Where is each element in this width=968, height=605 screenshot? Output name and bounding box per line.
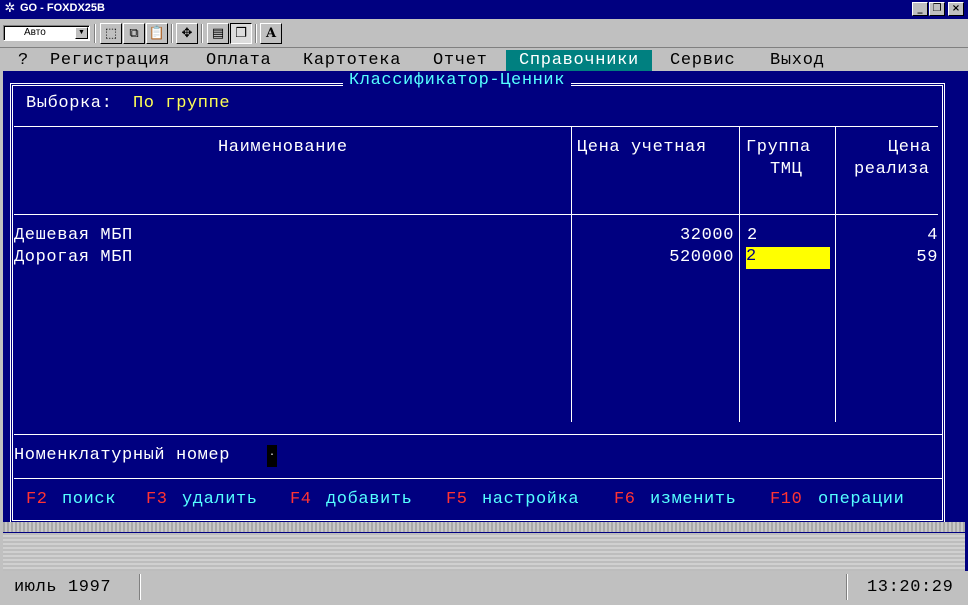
- hotkey-f10-key[interactable]: F10: [770, 490, 802, 510]
- desktop-area: [3, 533, 965, 571]
- status-divider: [139, 574, 141, 600]
- column-divider: [739, 126, 740, 422]
- menu-exit[interactable]: Выход: [770, 50, 825, 71]
- toolbar-separator: [171, 24, 173, 43]
- hotkey-f4-key[interactable]: F4: [290, 490, 312, 510]
- copy-icon[interactable]: ⧉: [123, 23, 145, 44]
- window-title: GO - FOXDX25B: [20, 2, 105, 14]
- nomenclature-label: Номенклатурный номер: [14, 446, 231, 465]
- menu-payment[interactable]: Оплата: [206, 50, 271, 71]
- hotkey-f5-label[interactable]: настройка: [482, 490, 579, 510]
- filter-label: Выборка:: [26, 94, 113, 113]
- status-time: 13:20:29: [867, 578, 954, 597]
- chevron-down-icon[interactable]: ▼: [75, 27, 88, 39]
- fullscreen-icon[interactable]: ✥: [176, 23, 198, 44]
- hotkey-f5-key[interactable]: F5: [446, 490, 468, 510]
- hotkey-f6-label[interactable]: изменить: [650, 490, 736, 510]
- restore-button[interactable]: ❐: [929, 2, 945, 16]
- row-group[interactable]: 2: [747, 226, 758, 246]
- hotkey-f4-label[interactable]: добавить: [326, 490, 412, 510]
- toolbar: Авто ▼ ⬚ ⧉ 📋 ✥ ▤ ❐ A: [0, 19, 968, 48]
- form-title: Классификатор-Ценник: [343, 71, 572, 91]
- hotkey-f10-label[interactable]: операции: [818, 490, 904, 510]
- column-divider: [835, 126, 836, 422]
- toolbar-separator: [255, 24, 257, 43]
- row-price: 520000: [669, 248, 734, 267]
- column-divider: [571, 126, 572, 422]
- menu-cardfile[interactable]: Картотека: [303, 50, 401, 71]
- status-divider: [846, 574, 848, 600]
- row-sale: 59: [916, 248, 938, 267]
- menu-directories[interactable]: Справочники: [506, 50, 652, 71]
- hotkey-f2-label[interactable]: поиск: [62, 490, 116, 510]
- table-header-border: [14, 214, 938, 215]
- hotkey-f2-key[interactable]: F2: [26, 490, 48, 510]
- status-bar: июль 1997 13:20:29: [0, 571, 968, 605]
- table-top-border: [14, 126, 938, 127]
- column-header-name: Наименование: [218, 138, 348, 157]
- font-size-select[interactable]: Авто ▼: [3, 25, 90, 41]
- menu-help[interactable]: ?: [18, 50, 29, 71]
- menu-bar: ? Регистрация Оплата Картотека Отчет Спр…: [3, 48, 968, 71]
- background-icon[interactable]: ❐: [230, 23, 252, 44]
- row-price: 32000: [679, 226, 734, 245]
- table-bottom-border: [14, 434, 942, 435]
- column-header-sale-2: реализа: [854, 160, 930, 179]
- properties-icon[interactable]: ▤: [207, 23, 229, 44]
- window-titlebar[interactable]: ✲ GO - FOXDX25B _ ❐ ×: [0, 0, 968, 19]
- nomenclature-input[interactable]: ·: [267, 445, 277, 467]
- hotkey-f3-label[interactable]: удалить: [182, 490, 258, 510]
- hotkey-top-border: [14, 478, 942, 479]
- toolbar-separator: [201, 24, 203, 43]
- toolbar-separator: [94, 24, 96, 43]
- status-date: июль 1997: [14, 578, 112, 597]
- menu-service[interactable]: Сервис: [670, 50, 735, 71]
- hotkey-f3-key[interactable]: F3: [146, 490, 168, 510]
- column-header-group-2: ТМЦ: [770, 160, 803, 179]
- filter-value[interactable]: По группе: [133, 94, 230, 114]
- close-button[interactable]: ×: [948, 2, 964, 16]
- column-header-group: Группа: [746, 138, 811, 157]
- gear-icon[interactable]: ✲: [3, 2, 17, 16]
- font-icon[interactable]: A: [260, 23, 282, 44]
- menu-report[interactable]: Отчет: [433, 50, 488, 71]
- hotkey-f6-key[interactable]: F6: [614, 490, 636, 510]
- column-header-price: Цена учетная: [577, 138, 707, 157]
- column-header-sale: Цена: [888, 138, 932, 157]
- window-shadow: [3, 522, 965, 532]
- font-size-value: Авто: [24, 27, 46, 38]
- menu-registration[interactable]: Регистрация: [50, 50, 170, 71]
- minimize-button[interactable]: _: [912, 2, 928, 16]
- row-name: Дешевая МБП: [14, 226, 133, 245]
- paste-icon[interactable]: 📋: [146, 23, 168, 44]
- row-sale: 4: [927, 226, 938, 245]
- row-group-selected[interactable]: 2: [746, 247, 830, 269]
- select-icon[interactable]: ⬚: [100, 23, 122, 44]
- row-name: Дорогая МБП: [14, 248, 133, 267]
